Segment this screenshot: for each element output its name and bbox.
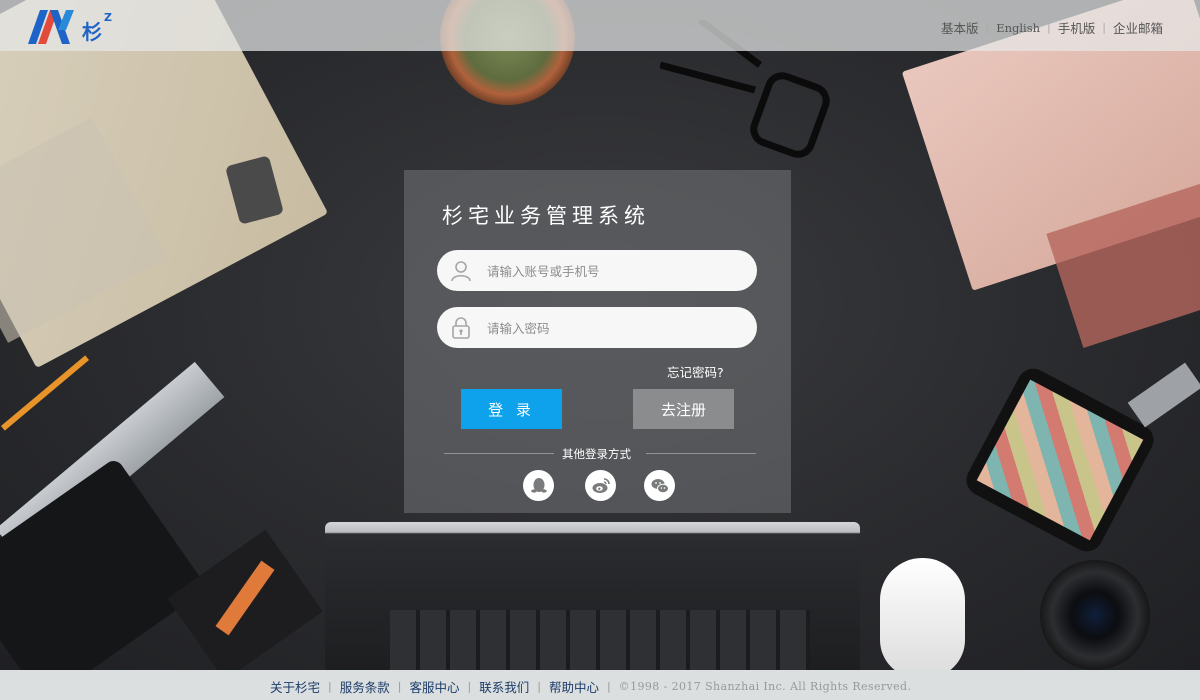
copyright-text: ©1998 - 2017 Shanzhai Inc. All Rights Re… bbox=[618, 680, 912, 693]
forgot-password-link[interactable]: 忘记密码? bbox=[667, 362, 724, 381]
separator: | bbox=[606, 680, 611, 693]
login-button[interactable]: 登 录 bbox=[461, 389, 562, 429]
top-links: 基本版 | English | 手机版 | 企业邮箱 bbox=[941, 18, 1163, 37]
footer-links: 关于杉宅 | 服务条款 | 客服中心 | 联系我们 | 帮助中心 | ©1998… bbox=[270, 677, 911, 696]
top-link-english[interactable]: English bbox=[996, 21, 1040, 35]
separator: | bbox=[985, 21, 990, 34]
top-link-basic[interactable]: 基本版 bbox=[941, 18, 979, 37]
qq-icon bbox=[530, 477, 547, 493]
footer-link-help[interactable]: 帮助中心 bbox=[549, 677, 599, 696]
top-link-mobile[interactable]: 手机版 bbox=[1058, 18, 1096, 37]
account-input[interactable] bbox=[485, 250, 747, 293]
register-button[interactable]: 去注册 bbox=[633, 389, 734, 429]
footer-link-terms[interactable]: 服务条款 bbox=[340, 677, 390, 696]
top-link-enterprise-mail[interactable]: 企业邮箱 bbox=[1113, 18, 1163, 37]
footer: 关于杉宅 | 服务条款 | 客服中心 | 联系我们 | 帮助中心 | ©1998… bbox=[0, 670, 1200, 700]
footer-link-about[interactable]: 关于杉宅 bbox=[270, 677, 320, 696]
keyboard-decoration bbox=[390, 610, 810, 670]
brand-superscript: Z bbox=[104, 11, 112, 24]
user-icon bbox=[451, 261, 471, 282]
wallet-decoration bbox=[0, 457, 208, 670]
phone-screen-decoration bbox=[976, 379, 1144, 541]
wechat-icon bbox=[651, 478, 669, 493]
top-bar: 杉 Z 基本版 | English | 手机版 | 企业邮箱 bbox=[0, 0, 1200, 51]
divider-line bbox=[646, 453, 756, 454]
login-panel: 杉宅业务管理系统 忘记密码? 登 录 去注册 其他登录方式 bbox=[404, 170, 791, 513]
separator: | bbox=[537, 680, 541, 693]
logo-mark-icon bbox=[28, 10, 74, 44]
separator: | bbox=[397, 680, 402, 693]
footer-link-contact[interactable]: 联系我们 bbox=[479, 677, 529, 696]
mouse-decoration bbox=[880, 558, 965, 670]
account-field[interactable] bbox=[437, 250, 757, 293]
divider-line bbox=[444, 453, 554, 454]
other-login-label: 其他登录方式 bbox=[562, 447, 631, 461]
separator: | bbox=[1102, 21, 1106, 34]
qq-login-button[interactable] bbox=[523, 470, 554, 501]
logo[interactable]: 杉 Z bbox=[28, 6, 128, 46]
wechat-login-button[interactable] bbox=[644, 470, 675, 501]
login-title: 杉宅业务管理系统 bbox=[442, 204, 650, 228]
password-field[interactable] bbox=[437, 307, 757, 350]
separator: | bbox=[328, 680, 332, 693]
weibo-login-button[interactable] bbox=[585, 470, 616, 501]
camera-lens-decoration bbox=[1040, 560, 1150, 670]
separator: | bbox=[467, 680, 472, 693]
brand-name: 杉 bbox=[82, 20, 102, 44]
weibo-icon bbox=[592, 477, 610, 493]
brush-decoration bbox=[1127, 362, 1200, 428]
password-input[interactable] bbox=[485, 307, 747, 350]
lock-icon bbox=[452, 317, 470, 339]
footer-link-service-center[interactable]: 客服中心 bbox=[409, 677, 459, 696]
separator: | bbox=[1047, 21, 1051, 34]
pencil-decoration bbox=[0, 355, 90, 431]
other-login-divider: 其他登录方式 bbox=[444, 446, 756, 461]
